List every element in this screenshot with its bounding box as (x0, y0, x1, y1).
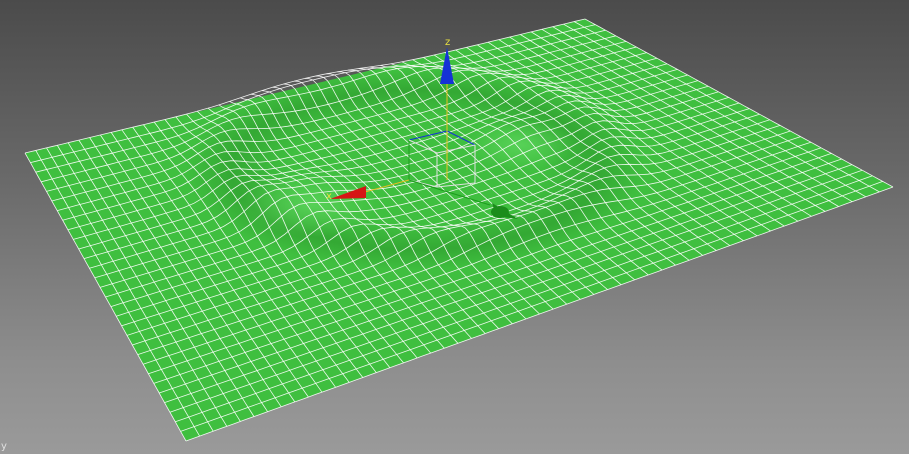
viewport-scene[interactable]: z x (0, 0, 909, 454)
x-axis-label: x (326, 191, 332, 202)
z-axis-label: z (445, 37, 450, 48)
y-axis-arrow-body (491, 206, 509, 218)
viewcube-axis-label: y (1, 441, 7, 452)
3d-viewport[interactable]: z x y (0, 0, 909, 454)
terrain-mesh[interactable] (24, 18, 894, 442)
